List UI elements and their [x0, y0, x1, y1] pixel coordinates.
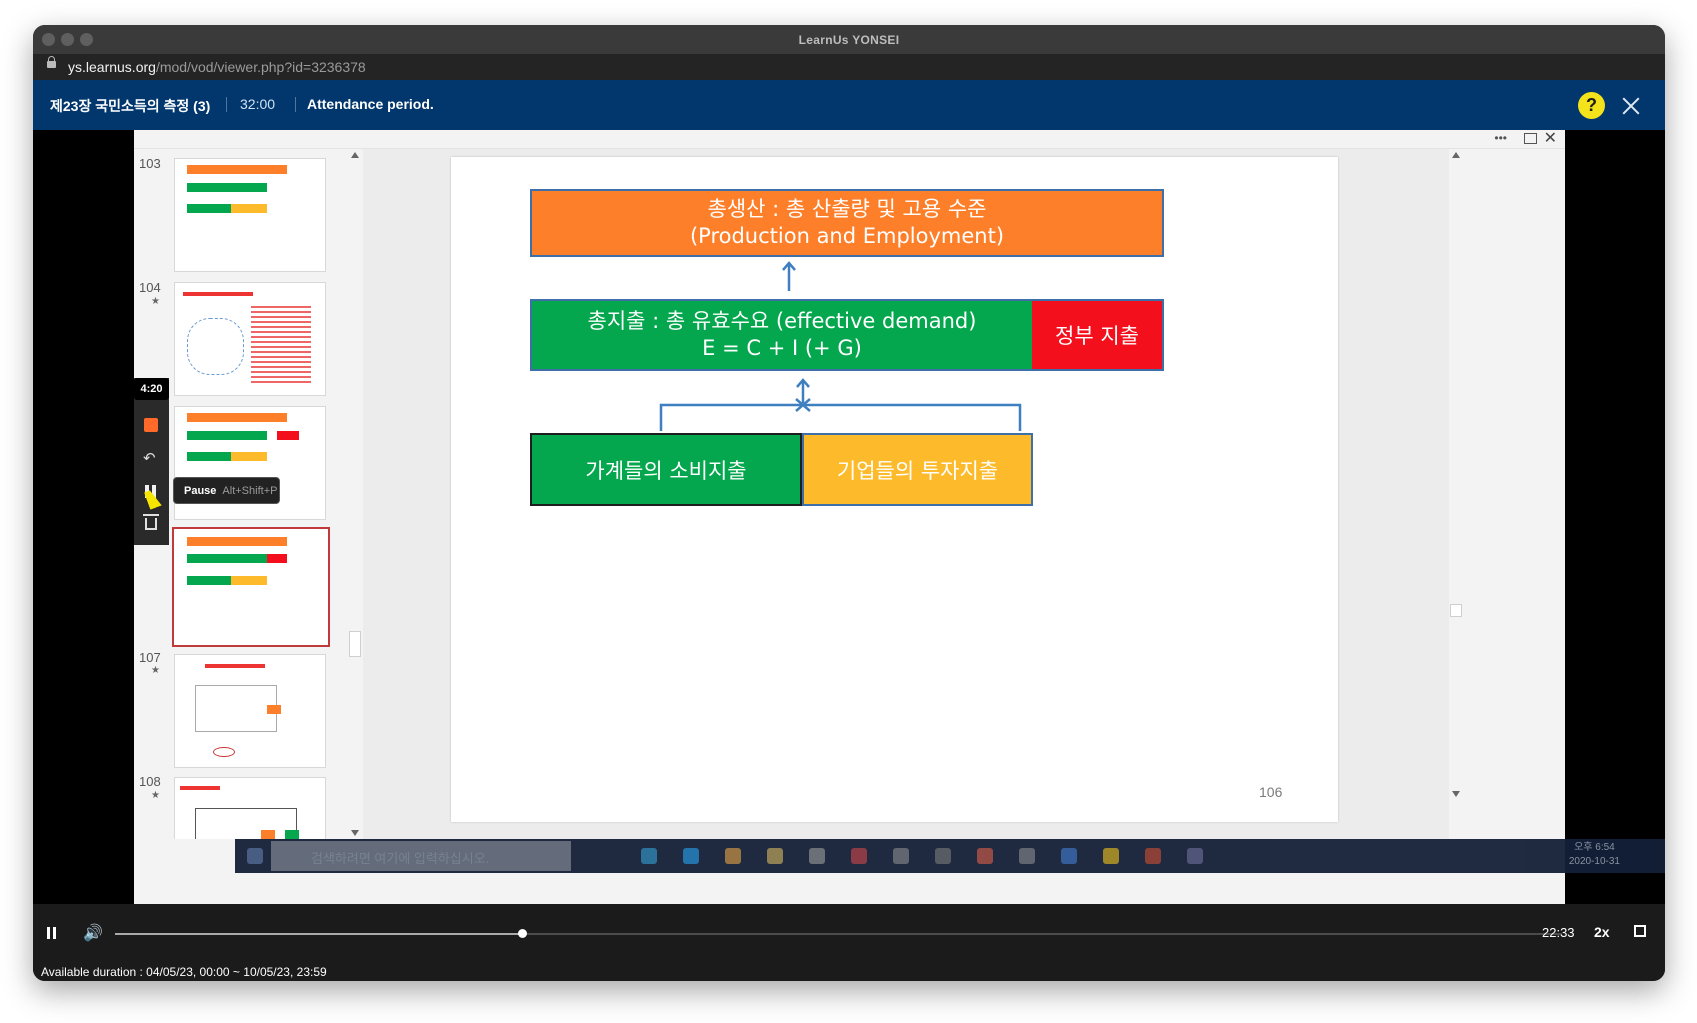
close-icon[interactable]: ✕ — [1544, 128, 1557, 148]
window-title: LearnUs YONSEI — [798, 33, 900, 47]
presentation-window: ••• ✕ 103 104 ★ 107 ★ 108 ★ 총생산: 총 산출량 … — [134, 130, 1665, 904]
progress-bar[interactable] — [115, 929, 1562, 938]
slide-thumbnail[interactable] — [174, 158, 326, 272]
available-duration: Available duration : 04/05/23, 00:00 ~ 1… — [41, 965, 327, 979]
scroll-up-arrow[interactable] — [351, 152, 359, 158]
url-path: /mod/vod/viewer.php?id=3236378 — [155, 59, 366, 75]
progress-fill — [115, 933, 522, 935]
photos-icon — [1019, 848, 1035, 864]
taskbar-clock: 오후 6:54 2020-10-31 — [1569, 841, 1620, 869]
lecture-duration: 32:00 — [240, 96, 276, 112]
trash-icon[interactable] — [143, 514, 159, 530]
restore-icon[interactable] — [1524, 133, 1537, 144]
thumbnail-number: 103 — [139, 156, 161, 171]
pause-icon[interactable] — [47, 927, 57, 939]
pause-tooltip: Pause Alt+Shift+P — [173, 477, 280, 504]
slide-editor-area: 총생산 : 총 산출량 및 고용 수준 (Production and Emplo… — [363, 149, 1449, 839]
expenditure-line2: E = C + I (+ G) — [702, 336, 862, 360]
firm-investment-box: 기업들의 투자지출 — [802, 433, 1033, 506]
government-spending-box: 정부 지출 — [1032, 299, 1164, 371]
taskbar-search-placeholder: 검색하려면 여기에 입력하십시오. — [311, 851, 490, 866]
browser-window: LearnUs YONSEI ys.learnus.org/mod/vod/vi… — [33, 25, 1665, 981]
slide-thumbnail[interactable] — [174, 777, 326, 839]
slide-thumbnail[interactable] — [174, 654, 326, 768]
tooltip-shortcut: Alt+Shift+P — [222, 485, 278, 497]
edge-icon — [641, 848, 657, 864]
windows-taskbar: 검색하려면 여기에 입력하십시오. 오후 6:54 2020-10-31 — [235, 839, 1665, 873]
slide-canvas[interactable]: 총생산 : 총 산출량 및 고용 수준 (Production and Emplo… — [451, 157, 1338, 822]
chat-icon — [935, 848, 951, 864]
slide-thumbnail-selected[interactable] — [172, 527, 330, 647]
thumbnail-number: 107 — [139, 650, 161, 665]
video-frame[interactable]: ••• ✕ 103 104 ★ 107 ★ 108 ★ 총생산: 총 산출량 … — [33, 130, 1665, 904]
current-time: 22:33 — [1542, 925, 1575, 940]
close-icon[interactable] — [1620, 95, 1642, 117]
office-icon — [851, 848, 867, 864]
thumbnail-number: 108 — [139, 774, 161, 789]
presentation-titlebar: ••• ✕ — [134, 130, 1565, 149]
household-consumption-box: 가계들의 소비지출 — [530, 433, 802, 506]
tooltip-label: Pause — [184, 485, 217, 497]
scroll-handle[interactable] — [1450, 604, 1462, 617]
bird-app-icon — [683, 848, 699, 864]
fullscreen-icon[interactable] — [1634, 925, 1646, 937]
clock-time: 오후 6:54 — [1574, 842, 1615, 853]
snip-icon — [893, 848, 909, 864]
divider — [295, 97, 296, 112]
volume-icon[interactable]: 🔊 — [83, 923, 103, 943]
scroll-up-arrow[interactable] — [1452, 152, 1460, 158]
expenditure-box: 총지출 : 총 유효수요 (effective demand) E = C + I… — [530, 299, 1032, 371]
star-icon: ★ — [151, 665, 160, 676]
expenditure-line1: 총지출 : 총 유효수요 (effective demand) — [587, 309, 977, 333]
recording-toolbar: 4:20 ↶ — [134, 378, 169, 545]
star-icon: ★ — [151, 296, 160, 307]
more-options-icon[interactable]: ••• — [1494, 131, 1507, 145]
folder-icon — [767, 848, 783, 864]
zoom-icon — [1061, 848, 1077, 864]
clock-date: 2020-10-31 — [1568, 856, 1620, 867]
slide-thumbnail[interactable] — [174, 282, 326, 396]
playback-speed-button[interactable]: 2x — [1594, 924, 1610, 940]
star-icon: ★ — [151, 790, 160, 801]
store-icon — [809, 848, 825, 864]
url-text[interactable]: ys.learnus.org/mod/vod/viewer.php?id=323… — [68, 59, 366, 75]
course-header: 제23장 국민소득의 측정 (3) 32:00 Attendance perio… — [33, 80, 1665, 130]
chrome-icon — [725, 848, 741, 864]
url-domain: ys.learnus.org — [68, 59, 156, 75]
recording-timer: 4:20 — [134, 378, 169, 400]
progress-knob[interactable] — [517, 929, 527, 938]
attendance-status: Attendance period. — [307, 96, 434, 112]
divider — [226, 97, 227, 112]
stop-recording-icon[interactable] — [144, 418, 158, 432]
windows-start-icon — [247, 848, 263, 864]
app-icon — [1187, 848, 1203, 864]
kakao-icon — [1103, 848, 1119, 864]
thumbnail-scrollbar[interactable] — [348, 149, 361, 839]
address-bar[interactable]: ys.learnus.org/mod/vod/viewer.php?id=323… — [33, 54, 1665, 80]
slide-page-number: 106 — [1259, 784, 1283, 800]
title-bar: LearnUs YONSEI — [33, 25, 1665, 54]
help-button[interactable]: ? — [1578, 92, 1605, 119]
app-icon — [977, 848, 993, 864]
scroll-down-arrow[interactable] — [351, 830, 359, 836]
powerpoint-icon — [1145, 848, 1161, 864]
lecture-title: 제23장 국민소득의 측정 (3) — [50, 98, 211, 114]
scroll-down-arrow[interactable] — [1452, 791, 1460, 797]
lock-icon — [47, 56, 56, 68]
slide-scrollbar[interactable] — [1449, 149, 1462, 839]
thumbnail-number: 104 — [139, 280, 161, 295]
scroll-handle[interactable] — [349, 631, 361, 657]
undo-icon[interactable]: ↶ — [143, 449, 156, 467]
player-controls: 🔊 22:33 2x Available duration : 04/05/23… — [33, 904, 1665, 981]
